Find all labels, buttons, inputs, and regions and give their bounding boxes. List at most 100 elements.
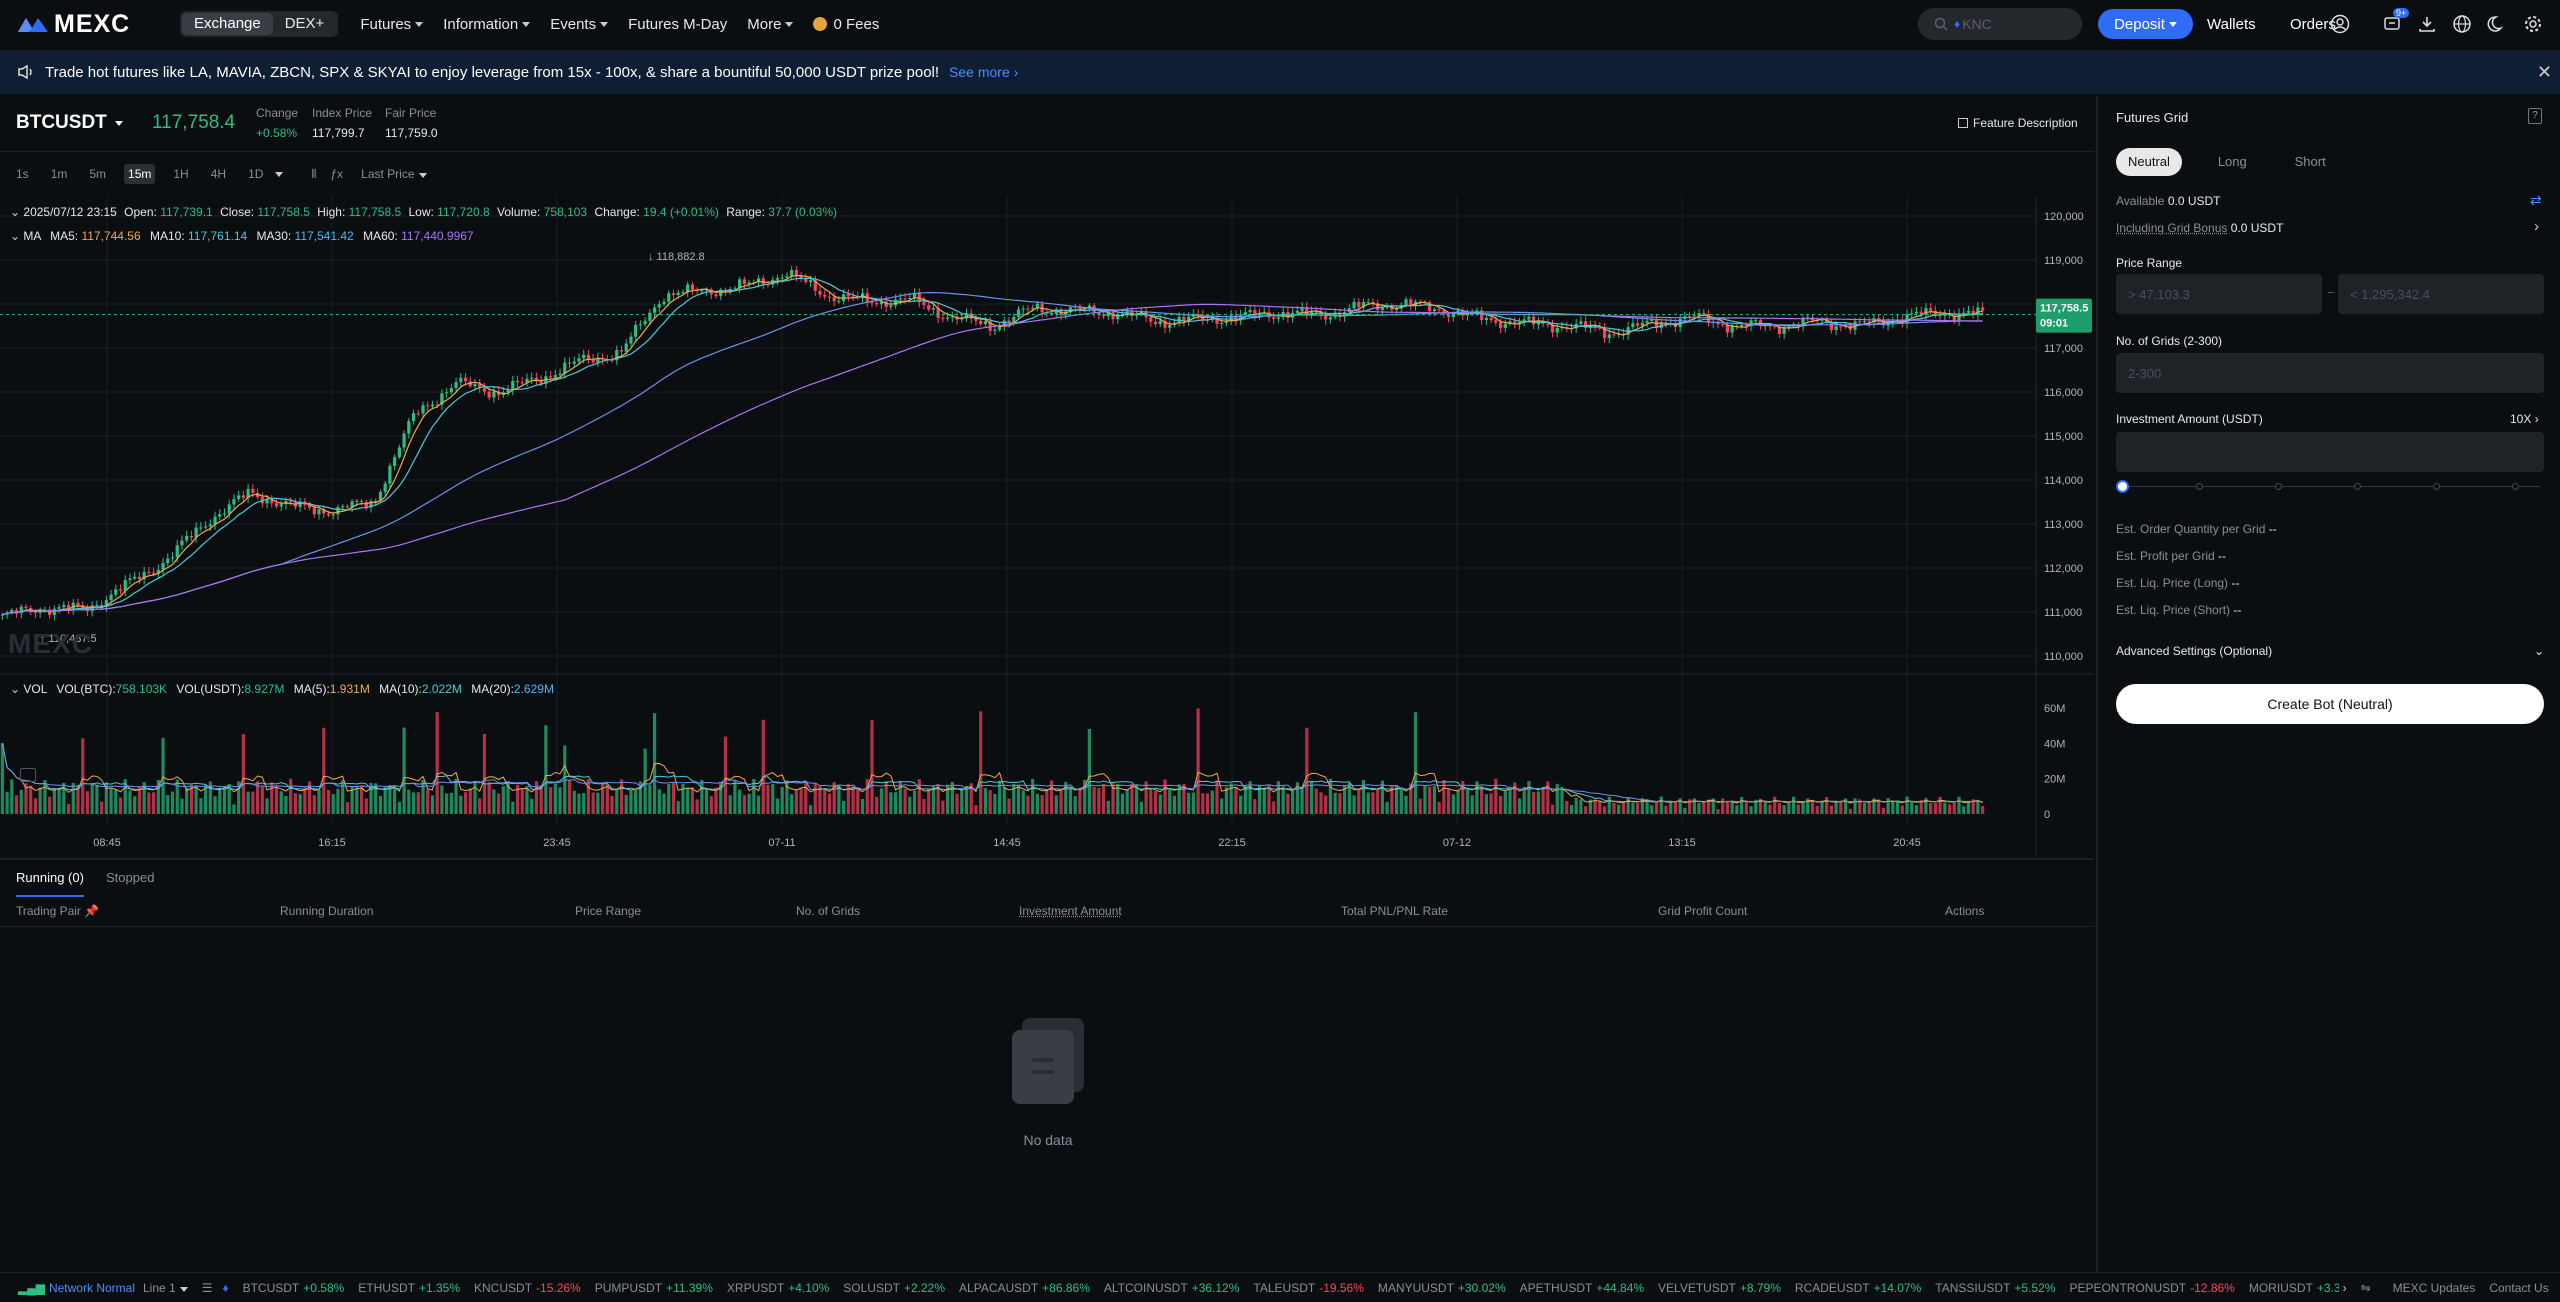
slider-mark[interactable] bbox=[2512, 483, 2519, 490]
settings-gear-icon[interactable] bbox=[2523, 0, 2543, 48]
ticker-item[interactable]: SOLUSDT +2.22% bbox=[843, 1281, 945, 1295]
ticker-item[interactable]: RCADEUSDT +14.07% bbox=[1795, 1281, 1921, 1295]
feature-description-link[interactable]: Feature Description bbox=[1958, 116, 2078, 130]
hide-indicator-icon[interactable] bbox=[20, 768, 36, 782]
ticker-item[interactable]: ALTCOINUSDT +36.12% bbox=[1104, 1281, 1240, 1295]
volume-bar bbox=[1882, 808, 1885, 814]
tf-1d[interactable]: 1D bbox=[244, 164, 267, 184]
ticker-item[interactable]: TANSSIUSDT +5.52% bbox=[1935, 1281, 2055, 1295]
collapse-icon[interactable]: ⌄ bbox=[10, 205, 20, 219]
candle-body bbox=[1527, 317, 1530, 320]
ticker-item[interactable]: PUMPUSDT +11.39% bbox=[595, 1281, 713, 1295]
ticker-item[interactable]: ETHUSDT +1.35% bbox=[358, 1281, 460, 1295]
price-min-input[interactable]: > 47,103.3 bbox=[2116, 274, 2322, 314]
notification-icon[interactable]: 9+ bbox=[2382, 0, 2402, 48]
ticker-item[interactable]: ALPACAUSDT +86.86% bbox=[959, 1281, 1090, 1295]
slider-mark[interactable] bbox=[2354, 483, 2361, 490]
ticker-item[interactable]: XRPUSDT +4.10% bbox=[727, 1281, 829, 1295]
mexc-logo[interactable]: MEXC bbox=[16, 10, 156, 39]
tab-stopped[interactable]: Stopped bbox=[106, 870, 154, 885]
orders-link[interactable]: Orders bbox=[2290, 0, 2336, 48]
grid-bonus-row[interactable]: Including Grid Bonus 0.0 USDT bbox=[2116, 221, 2283, 235]
slider-mark[interactable] bbox=[2433, 483, 2440, 490]
ticker-item[interactable]: PEPEONTRONUSDT -12.86% bbox=[2069, 1281, 2234, 1295]
mode-short[interactable]: Short bbox=[2283, 148, 2338, 176]
volume-bar bbox=[525, 786, 528, 814]
mode-long[interactable]: Long bbox=[2206, 148, 2259, 176]
search-input[interactable]: ♦ KNC bbox=[1918, 8, 2082, 40]
indicator-icon[interactable]: ƒx bbox=[330, 167, 343, 181]
ticker-settings-icon[interactable]: ⇋ bbox=[2361, 1281, 2371, 1295]
pair-selector[interactable]: BTCUSDT bbox=[16, 112, 123, 134]
investment-input[interactable] bbox=[2116, 432, 2544, 472]
tf-5m[interactable]: 5m bbox=[85, 164, 110, 184]
ticker-item[interactable]: MORIUSDT+3.39% bbox=[2249, 1281, 2339, 1295]
ticker-item[interactable]: VELVETUSDT +8.79% bbox=[1658, 1281, 1781, 1295]
advanced-settings[interactable]: Advanced Settings (Optional) ⌄ bbox=[2116, 644, 2544, 658]
nav-information[interactable]: Information bbox=[443, 16, 530, 33]
segment-dex[interactable]: DEX+ bbox=[273, 13, 337, 35]
nav-zero-fees[interactable]: 0 Fees bbox=[813, 16, 879, 33]
footer-ticker: ▂▄▆ Network Normal Line 1 ☰ ♦ BTCUSDT +0.… bbox=[0, 1272, 2560, 1302]
ticker-item[interactable]: APETHUSDT +44.84% bbox=[1520, 1281, 1644, 1295]
timeframe-dropdown-icon[interactable] bbox=[275, 172, 283, 177]
list-icon[interactable]: ☰ bbox=[202, 1281, 213, 1295]
collapse-icon[interactable]: ⌄ bbox=[10, 229, 20, 243]
ticker-item[interactable]: KNCUSDT -15.26% bbox=[474, 1281, 581, 1295]
tab-running[interactable]: Running (0) bbox=[16, 870, 84, 897]
tf-1h[interactable]: 1H bbox=[169, 164, 192, 184]
ticker-item[interactable]: TALEUSDT -19.56% bbox=[1253, 1281, 1364, 1295]
tf-1s[interactable]: 1s bbox=[12, 164, 33, 184]
price-type-select[interactable]: Last Price bbox=[361, 167, 426, 181]
deposit-button[interactable]: Deposit bbox=[2098, 9, 2193, 39]
ticker-next-icon[interactable]: › bbox=[2343, 1281, 2347, 1295]
globe-icon[interactable] bbox=[2452, 0, 2472, 48]
see-more-link[interactable]: See more › bbox=[949, 64, 1018, 80]
chevron-right-icon[interactable]: › bbox=[2534, 218, 2539, 235]
kline-chart[interactable]: 120,000119,000118,000117,000116,000115,0… bbox=[0, 196, 2094, 856]
wallets-link[interactable]: Wallets bbox=[2207, 0, 2256, 48]
nav-events[interactable]: Events bbox=[550, 16, 608, 33]
candle-body bbox=[1693, 315, 1696, 316]
volume-bar bbox=[596, 793, 599, 814]
price-max-input[interactable]: < 1,295,342.4 bbox=[2338, 274, 2544, 314]
create-bot-button[interactable]: Create Bot (Neutral) bbox=[2116, 684, 2544, 724]
transfer-icon[interactable]: ⇄ bbox=[2530, 192, 2542, 209]
tf-15m[interactable]: 15m bbox=[124, 164, 155, 184]
slider-mark[interactable] bbox=[2275, 483, 2282, 490]
nav-futures-mday[interactable]: Futures M-Day bbox=[628, 16, 727, 33]
candle-body bbox=[445, 392, 448, 393]
volume-bar bbox=[511, 802, 514, 814]
leverage-selector[interactable]: 10X › bbox=[2510, 412, 2539, 426]
investment-slider[interactable] bbox=[2116, 480, 2544, 494]
candle-type-icon[interactable]: ⫴ bbox=[311, 167, 316, 182]
nav-futures[interactable]: Futures bbox=[360, 16, 423, 33]
tf-4h[interactable]: 4H bbox=[207, 164, 230, 184]
volume-bar bbox=[544, 725, 547, 814]
moon-icon[interactable] bbox=[2487, 0, 2507, 48]
volume-bar bbox=[1532, 792, 1535, 814]
ticker-symbol: ETHUSDT bbox=[358, 1281, 415, 1295]
slider-thumb[interactable] bbox=[2116, 480, 2129, 493]
volume-bar bbox=[1962, 806, 1965, 814]
contact-us-link[interactable]: Contact Us bbox=[2489, 1281, 2548, 1295]
pin-icon[interactable]: 📌 bbox=[84, 904, 99, 918]
line-select[interactable]: Line 1 bbox=[143, 1281, 188, 1295]
ticker-item[interactable]: MANYUUSDT +30.02% bbox=[1378, 1281, 1506, 1295]
grids-input[interactable]: 2-300 bbox=[2116, 353, 2544, 393]
close-icon[interactable]: ✕ bbox=[2537, 62, 2552, 83]
mexc-updates-link[interactable]: MEXC Updates bbox=[2393, 1281, 2476, 1295]
nav-more[interactable]: More bbox=[747, 16, 793, 33]
fair-price-value: 117,759.0 bbox=[385, 126, 438, 140]
slider-mark[interactable] bbox=[2196, 483, 2203, 490]
segment-exchange[interactable]: Exchange bbox=[182, 13, 273, 35]
mode-neutral[interactable]: Neutral bbox=[2116, 148, 2182, 176]
user-icon[interactable] bbox=[2330, 0, 2350, 48]
ticker-item[interactable]: BTCUSDT +0.58% bbox=[243, 1281, 345, 1295]
tf-1m[interactable]: 1m bbox=[47, 164, 72, 184]
download-icon[interactable] bbox=[2417, 0, 2437, 48]
help-icon[interactable]: ? bbox=[2528, 108, 2542, 124]
volume-bar bbox=[1627, 797, 1630, 814]
col-price-range: Price Range bbox=[575, 904, 641, 918]
collapse-icon[interactable]: ⌄ bbox=[10, 682, 20, 696]
